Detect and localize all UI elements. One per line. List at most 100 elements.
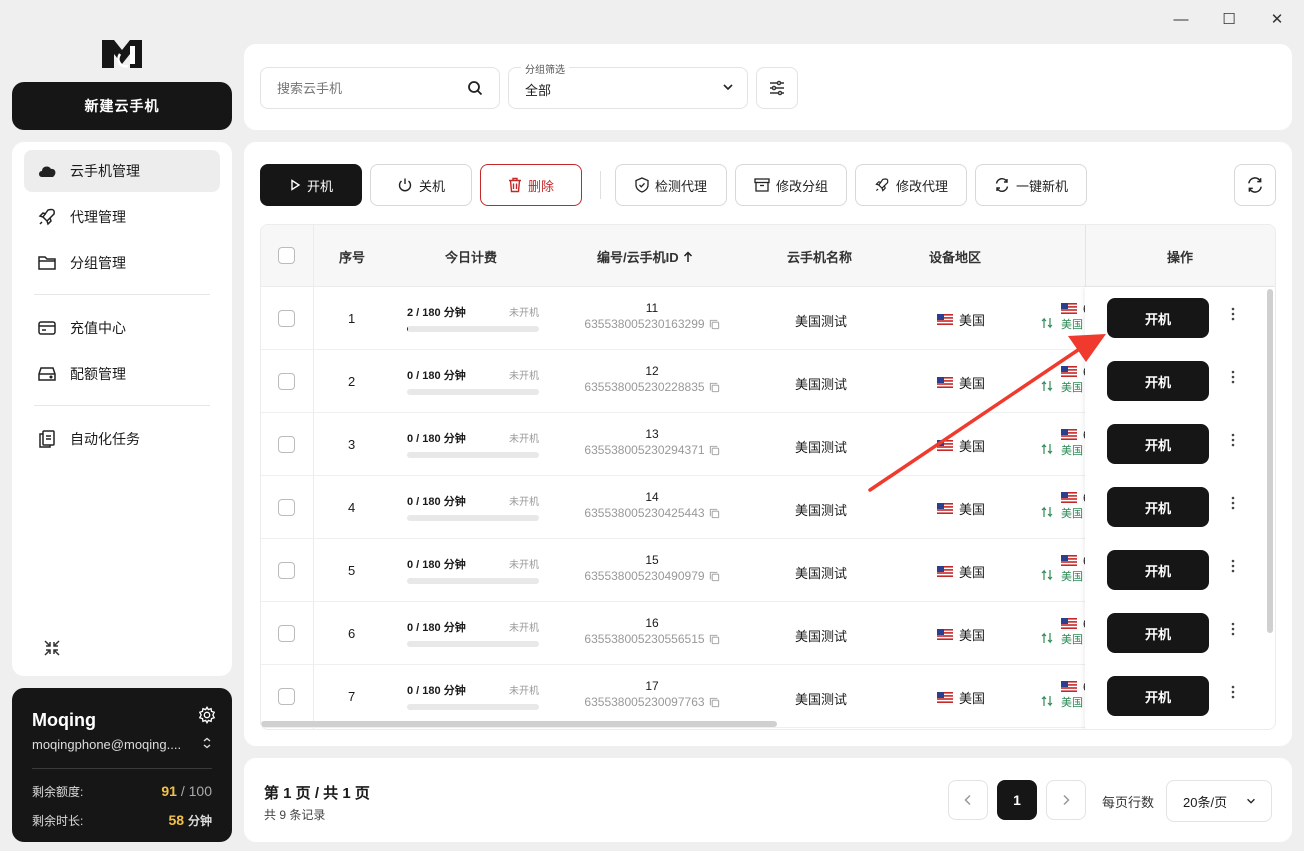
edit-proxy-button[interactable]: 修改代理 (855, 164, 967, 206)
phone-name: 美国测试 (795, 314, 848, 329)
sidebar-item-label: 充值中心 (70, 320, 126, 336)
user-email: moqingphone@moqing.... (32, 737, 182, 752)
row-checkbox[interactable] (278, 436, 295, 453)
sidebar-item-cloud-phone[interactable]: 云手机管理 (24, 150, 220, 192)
row-start-button[interactable]: 开机 (1107, 676, 1209, 716)
row-start-button[interactable]: 开机 (1107, 487, 1209, 527)
prev-page-button[interactable] (948, 780, 988, 820)
account-switcher[interactable]: moqingphone@moqing.... (32, 737, 212, 752)
row-checkbox[interactable] (278, 562, 295, 579)
collapse-icon[interactable] (42, 638, 62, 658)
region-name: 美国 (959, 439, 986, 454)
sidebar-item-quota[interactable]: 配额管理 (24, 353, 220, 395)
swap-icon (1041, 380, 1053, 392)
pagination-bar: 第 1 页 / 共 1 页 共 9 条记录 1 每页行数 20条/页 (244, 758, 1292, 842)
fee-progress-bar (407, 578, 539, 584)
maximize-button[interactable]: ☐ (1216, 8, 1242, 30)
proxy-cell: 6美国 (1041, 301, 1090, 332)
copy-icon[interactable] (709, 382, 720, 393)
row-start-button[interactable]: 开机 (1107, 298, 1209, 338)
fee-progress-bar (407, 641, 539, 647)
sidebar-item-label: 代理管理 (70, 209, 126, 225)
sidebar-item-automation[interactable]: 自动化任务 (24, 418, 220, 460)
proxy-cell: 6美国 (1041, 616, 1090, 647)
delete-button[interactable]: 删除 (480, 164, 582, 206)
search-input[interactable] (277, 80, 457, 96)
copy-icon[interactable] (709, 319, 720, 330)
copy-icon[interactable] (709, 634, 720, 645)
row-index: 1 (348, 311, 356, 326)
more-options-icon[interactable] (1231, 433, 1235, 452)
page-button-current[interactable]: 1 (997, 780, 1037, 820)
copy-icon[interactable] (709, 571, 720, 582)
power-status: 未开机 (509, 308, 539, 319)
swap-icon (1041, 632, 1053, 644)
card-icon (36, 317, 58, 339)
rows-per-page-select[interactable]: 20条/页 (1166, 780, 1272, 822)
fee-cell: 0 / 180 分钟 未开机 (407, 430, 539, 458)
stop-button[interactable]: 关机 (370, 164, 472, 206)
more-options-icon[interactable] (1231, 559, 1235, 578)
sidebar-item-label: 分组管理 (70, 255, 126, 271)
sidebar-item-proxy[interactable]: 代理管理 (24, 196, 220, 238)
copy-icon[interactable] (709, 445, 720, 456)
row-index: 5 (348, 563, 356, 578)
region-cell: 美国 (937, 499, 985, 518)
minimize-button[interactable]: — (1168, 8, 1194, 30)
search-icon[interactable] (467, 80, 483, 96)
fee-value: 0 / 180 分钟 (407, 685, 466, 697)
vertical-scrollbar[interactable] (1267, 289, 1273, 633)
fee-cell: 0 / 180 分钟 未开机 (407, 367, 539, 395)
copy-icon[interactable] (709, 697, 720, 708)
sidebar-item-recharge[interactable]: 充值中心 (24, 307, 220, 349)
device-number: 17 (645, 679, 659, 693)
rocket-icon (36, 206, 58, 228)
time-label: 剩余时长: (32, 814, 84, 828)
cloud-phone-id: 635538005230425443 (584, 506, 705, 520)
row-checkbox[interactable] (278, 499, 295, 516)
edit-group-button[interactable]: 修改分组 (735, 164, 847, 206)
power-status: 未开机 (509, 560, 539, 571)
row-checkbox[interactable] (278, 625, 295, 642)
renew-device-button[interactable]: 一键新机 (975, 164, 1087, 206)
select-all-checkbox[interactable] (278, 247, 295, 264)
cloud-phone-id: 635538005230228835 (584, 380, 705, 394)
next-page-button[interactable] (1046, 780, 1086, 820)
fee-value: 2 / 180 分钟 (407, 307, 466, 319)
header-id[interactable]: 编号/云手机ID (597, 247, 693, 266)
device-number: 16 (645, 616, 659, 630)
toolbar: 开机 关机 删除 检测代理 修改分组 修改代理 一键新机 (260, 164, 1095, 206)
more-options-icon[interactable] (1231, 307, 1235, 326)
us-flag-icon (1061, 555, 1077, 566)
row-checkbox[interactable] (278, 688, 295, 705)
region-cell: 美国 (937, 373, 985, 392)
fee-cell: 0 / 180 分钟 未开机 (407, 682, 539, 710)
row-start-button[interactable]: 开机 (1107, 613, 1209, 653)
refresh-button[interactable] (1234, 164, 1276, 206)
more-options-icon[interactable] (1231, 685, 1235, 704)
group-filter-select[interactable]: 分组筛选 全部 (508, 61, 748, 109)
check-proxy-button[interactable]: 检测代理 (615, 164, 727, 206)
advanced-filter-button[interactable] (756, 67, 798, 109)
proxy-cell: 6美国 (1041, 427, 1090, 458)
more-options-icon[interactable] (1231, 496, 1235, 515)
row-checkbox[interactable] (278, 310, 295, 327)
horizontal-scrollbar[interactable] (261, 721, 777, 727)
proxy-cell: 6美国 (1041, 679, 1090, 710)
gear-icon[interactable] (198, 706, 216, 724)
start-button[interactable]: 开机 (260, 164, 362, 206)
more-options-icon[interactable] (1231, 622, 1235, 641)
cloud-phone-id: 635538005230490979 (584, 569, 705, 583)
device-table: 序号 今日计费 编号/云手机ID 云手机名称 设备地区 操作 1 2 / 180 … (260, 224, 1276, 730)
new-cloud-phone-button[interactable]: 新建云手机 (12, 82, 232, 130)
sidebar-item-group[interactable]: 分组管理 (24, 242, 220, 284)
row-start-button[interactable]: 开机 (1107, 424, 1209, 464)
row-start-button[interactable]: 开机 (1107, 550, 1209, 590)
record-count: 共 9 条记录 (264, 808, 326, 822)
quota-used: 91 (161, 783, 177, 799)
row-checkbox[interactable] (278, 373, 295, 390)
copy-icon[interactable] (709, 508, 720, 519)
row-start-button[interactable]: 开机 (1107, 361, 1209, 401)
close-button[interactable]: ✕ (1264, 8, 1290, 30)
more-options-icon[interactable] (1231, 370, 1235, 389)
